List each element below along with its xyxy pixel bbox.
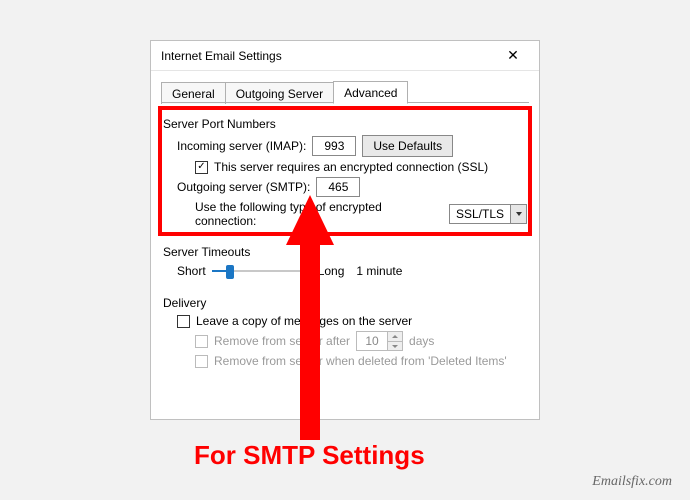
- remove-deleted-checkbox: [195, 355, 208, 368]
- timeout-long-label: Long: [318, 264, 345, 278]
- group-title-delivery: Delivery: [163, 296, 527, 310]
- email-settings-dialog: Internet Email Settings ✕ General Outgoi…: [150, 40, 540, 420]
- server-port-numbers-group: Server Port Numbers Incoming server (IMA…: [163, 111, 527, 235]
- incoming-label: Incoming server (IMAP):: [177, 139, 306, 153]
- spinner-down-icon: [388, 341, 402, 350]
- enc-type-label: Use the following type of encrypted conn…: [195, 200, 443, 228]
- incoming-row: Incoming server (IMAP): Use Defaults: [177, 135, 527, 157]
- remove-deleted-label: Remove from server when deleted from 'De…: [214, 354, 507, 368]
- ssl-row: ✓ This server requires an encrypted conn…: [195, 160, 527, 174]
- timeout-short-label: Short: [177, 264, 206, 278]
- tab-row: General Outgoing Server Advanced: [151, 71, 539, 103]
- enc-type-select[interactable]: SSL/TLS: [449, 204, 527, 224]
- tab-outgoing-server[interactable]: Outgoing Server: [225, 82, 334, 104]
- leave-copy-label: Leave a copy of messages on the server: [196, 314, 412, 328]
- ssl-checkbox[interactable]: ✓: [195, 161, 208, 174]
- titlebar: Internet Email Settings ✕: [151, 41, 539, 71]
- advanced-panel: Server Port Numbers Incoming server (IMA…: [151, 103, 539, 387]
- outgoing-row: Outgoing server (SMTP):: [177, 177, 527, 197]
- outgoing-label: Outgoing server (SMTP):: [177, 180, 310, 194]
- group-title-timeouts: Server Timeouts: [163, 245, 527, 259]
- remove-after-label: Remove from server after: [214, 334, 350, 348]
- timeout-row: Short Long 1 minute: [177, 263, 527, 279]
- group-title-ports: Server Port Numbers: [163, 117, 527, 131]
- annotation-caption: For SMTP Settings: [194, 440, 425, 471]
- remove-after-row: Remove from server after 10 days: [195, 331, 527, 351]
- spinner-up-icon: [388, 332, 402, 341]
- timeout-value: 1 minute: [356, 264, 402, 278]
- tab-advanced[interactable]: Advanced: [333, 81, 408, 104]
- timeout-slider[interactable]: [212, 263, 312, 279]
- dialog-title: Internet Email Settings: [161, 49, 493, 63]
- enc-type-row: Use the following type of encrypted conn…: [195, 200, 527, 228]
- ssl-label: This server requires an encrypted connec…: [214, 160, 488, 174]
- close-icon: ✕: [507, 47, 519, 64]
- tab-general[interactable]: General: [161, 82, 226, 104]
- outgoing-port-input[interactable]: [316, 177, 360, 197]
- enc-type-value: SSL/TLS: [450, 207, 510, 221]
- watermark: Emailsfix.com: [592, 474, 672, 490]
- server-timeouts-group: Server Timeouts Short Long 1 minute: [163, 239, 527, 286]
- chevron-down-icon: [510, 205, 526, 223]
- remove-deleted-row: Remove from server when deleted from 'De…: [195, 354, 527, 368]
- remove-after-checkbox: [195, 335, 208, 348]
- use-defaults-button[interactable]: Use Defaults: [362, 135, 453, 157]
- leave-copy-row: Leave a copy of messages on the server: [177, 314, 527, 328]
- leave-copy-checkbox[interactable]: [177, 315, 190, 328]
- remove-after-value: 10: [357, 332, 387, 350]
- remove-after-spinner: 10: [356, 331, 403, 351]
- incoming-port-input[interactable]: [312, 136, 356, 156]
- close-button[interactable]: ✕: [493, 42, 533, 70]
- delivery-group: Delivery Leave a copy of messages on the…: [163, 290, 527, 375]
- remove-after-suffix: days: [409, 334, 434, 348]
